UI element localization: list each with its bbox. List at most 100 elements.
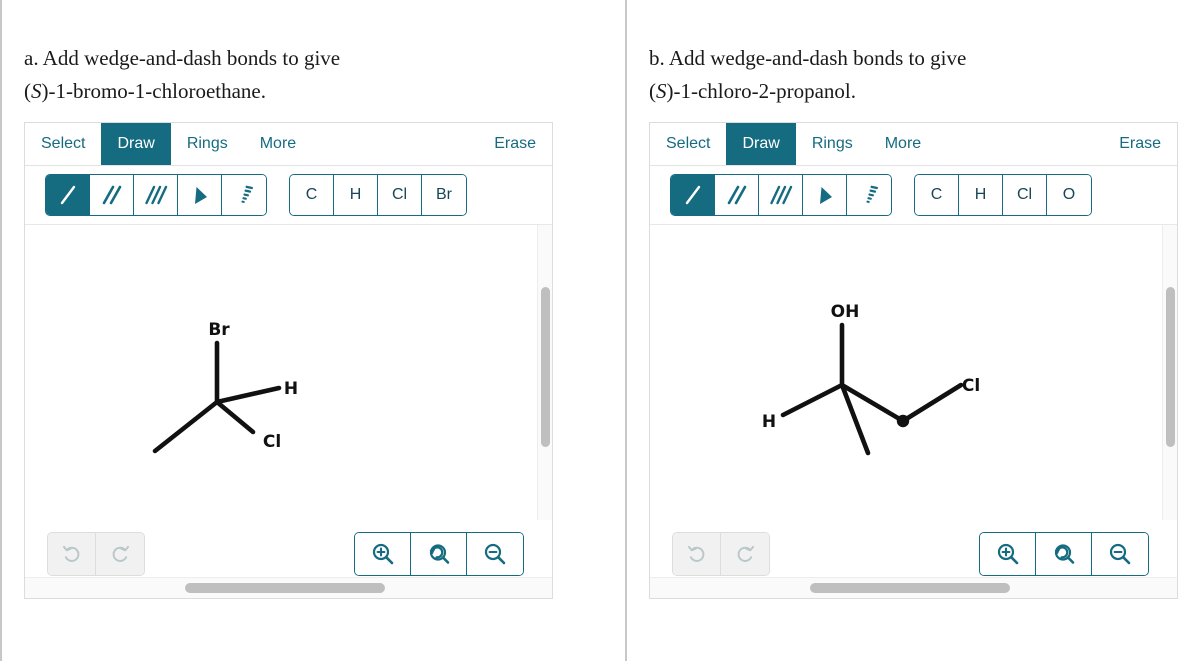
erase-button-a[interactable]: Erase	[478, 123, 552, 165]
single-bond-icon-button-b[interactable]	[671, 175, 715, 215]
zoom-out-button-b[interactable]	[1092, 533, 1148, 575]
bonds-a	[152, 340, 282, 454]
drawing-canvas-b[interactable]: OH Cl H	[650, 225, 1162, 520]
worksheet-page: a. Add wedge-and-dash bonds to give (S)-…	[0, 0, 1200, 661]
tabbar-spacer-a	[312, 123, 478, 165]
wedge-bond-icon-button-a[interactable]	[178, 175, 222, 215]
editor-tabbar-b: Select Draw Rings More Erase	[650, 123, 1177, 166]
history-button-group-a	[47, 532, 145, 576]
triple-bond-icon	[144, 185, 167, 205]
bonds-b	[780, 322, 964, 456]
undo-icon	[687, 545, 704, 562]
molecule-drawing-b: OH Cl H	[762, 302, 980, 456]
redo-button-b[interactable]	[721, 533, 769, 575]
tab-select-a[interactable]: Select	[25, 123, 101, 165]
triple-bond-icon	[769, 185, 792, 205]
double-bond-icon	[727, 185, 746, 205]
question-text-b: b. Add wedge-and-dash bonds to give (S)-…	[627, 42, 1200, 107]
zoom-in-button-a[interactable]	[355, 533, 411, 575]
bond-tool-group-a	[45, 174, 267, 216]
tab-more-a[interactable]: More	[244, 123, 312, 165]
editor-toolrow-b: C H Cl O	[650, 166, 1177, 225]
canvas-horizontal-scroll-thumb-b[interactable]	[810, 583, 1010, 593]
wedge-bond-icon	[194, 187, 207, 204]
editor-toolrow-a: C H Cl Br	[25, 166, 552, 225]
bond-c1-cl-b	[900, 382, 964, 424]
zoom-reset-button-b[interactable]	[1036, 533, 1092, 575]
panel-b: b. Add wedge-and-dash bonds to give (S)-…	[625, 0, 1200, 661]
redo-button-a[interactable]	[96, 533, 144, 575]
tab-rings-a[interactable]: Rings	[171, 123, 244, 165]
dash-bond-icon-button-a[interactable]	[222, 175, 266, 215]
molecule-drawing-a: Br H Cl	[152, 320, 298, 454]
redo-icon	[112, 545, 130, 562]
erase-button-b[interactable]: Erase	[1103, 123, 1177, 165]
element-button-c-a[interactable]: C	[290, 175, 334, 215]
canvas-area-a: Br H Cl	[25, 225, 552, 520]
zoom-button-group-b	[979, 532, 1149, 576]
zoom-in-button-b[interactable]	[980, 533, 1036, 575]
editor-tabbar-a: Select Draw Rings More Erase	[25, 123, 552, 166]
canvas-vertical-scroll-thumb-a[interactable]	[541, 287, 550, 447]
undo-button-b[interactable]	[673, 533, 721, 575]
zoom-in-icon	[372, 543, 393, 565]
double-bond-icon	[102, 185, 121, 205]
question-line-1-b: b. Add wedge-and-dash bonds to give	[649, 46, 967, 70]
editor-footer-b	[650, 520, 1177, 598]
tab-rings-b[interactable]: Rings	[796, 123, 869, 165]
molecule-editor-b: Select Draw Rings More Erase C H Cl O OH…	[649, 122, 1178, 599]
tab-more-b[interactable]: More	[869, 123, 937, 165]
panel-a: a. Add wedge-and-dash bonds to give (S)-…	[0, 0, 580, 661]
canvas-horizontal-scrollbar-a[interactable]	[25, 577, 552, 598]
question-text-a: a. Add wedge-and-dash bonds to give (S)-…	[2, 42, 580, 107]
canvas-vertical-scrollbar-b[interactable]	[1162, 225, 1177, 520]
editor-footer-a	[25, 520, 552, 598]
dash-bond-icon-button-b[interactable]	[847, 175, 891, 215]
bond-to-h-b	[780, 382, 845, 418]
bond-to-methyl-a	[152, 399, 220, 454]
tab-draw-b[interactable]: Draw	[726, 123, 796, 165]
element-button-h-b[interactable]: H	[959, 175, 1003, 215]
redo-icon	[737, 545, 755, 562]
double-bond-icon-button-b[interactable]	[715, 175, 759, 215]
bond-to-cl-a	[214, 399, 256, 435]
tab-draw-a[interactable]: Draw	[101, 123, 171, 165]
canvas-horizontal-scroll-thumb-a[interactable]	[185, 583, 385, 593]
zoom-reset-button-a[interactable]	[411, 533, 467, 575]
dash-bond-icon	[241, 185, 253, 203]
triple-bond-icon-button-a[interactable]	[134, 175, 178, 215]
canvas-horizontal-scrollbar-b[interactable]	[650, 577, 1177, 598]
zoom-out-icon	[484, 543, 506, 565]
canvas-vertical-scrollbar-a[interactable]	[537, 225, 552, 520]
atom-labels-b: OH Cl H	[762, 302, 980, 432]
element-button-group-b: C H Cl O	[914, 174, 1092, 216]
drawing-canvas-a[interactable]: Br H Cl	[25, 225, 537, 520]
element-button-o-b[interactable]: O	[1047, 175, 1091, 215]
undo-button-a[interactable]	[48, 533, 96, 575]
wedge-bond-icon-button-b[interactable]	[803, 175, 847, 215]
vertex-dot-b	[896, 414, 910, 428]
double-bond-icon-button-a[interactable]	[90, 175, 134, 215]
atom-label-h-b: H	[762, 412, 776, 432]
zoom-out-button-a[interactable]	[467, 533, 523, 575]
zoom-out-icon	[1109, 543, 1131, 565]
element-button-h-a[interactable]: H	[334, 175, 378, 215]
molecule-editor-a: Select Draw Rings More Erase C H Cl Br B…	[24, 122, 553, 599]
element-button-cl-b[interactable]: Cl	[1003, 175, 1047, 215]
tab-select-b[interactable]: Select	[650, 123, 726, 165]
element-button-br-a[interactable]: Br	[422, 175, 466, 215]
single-bond-icon-button-a[interactable]	[46, 175, 90, 215]
atom-label-h-a: H	[284, 379, 298, 399]
canvas-vertical-scroll-thumb-b[interactable]	[1166, 287, 1175, 447]
triple-bond-icon-button-b[interactable]	[759, 175, 803, 215]
atom-label-br-a: Br	[208, 320, 230, 340]
element-button-c-b[interactable]: C	[915, 175, 959, 215]
element-button-cl-a[interactable]: Cl	[378, 175, 422, 215]
stereo-descriptor-a: S	[31, 78, 42, 103]
single-bond-icon	[685, 185, 700, 205]
dash-bond-icon	[866, 185, 878, 203]
bond-tool-group-b	[670, 174, 892, 216]
single-bond-icon	[60, 185, 75, 205]
zoom-reset-icon	[429, 544, 449, 564]
history-button-group-b	[672, 532, 770, 576]
